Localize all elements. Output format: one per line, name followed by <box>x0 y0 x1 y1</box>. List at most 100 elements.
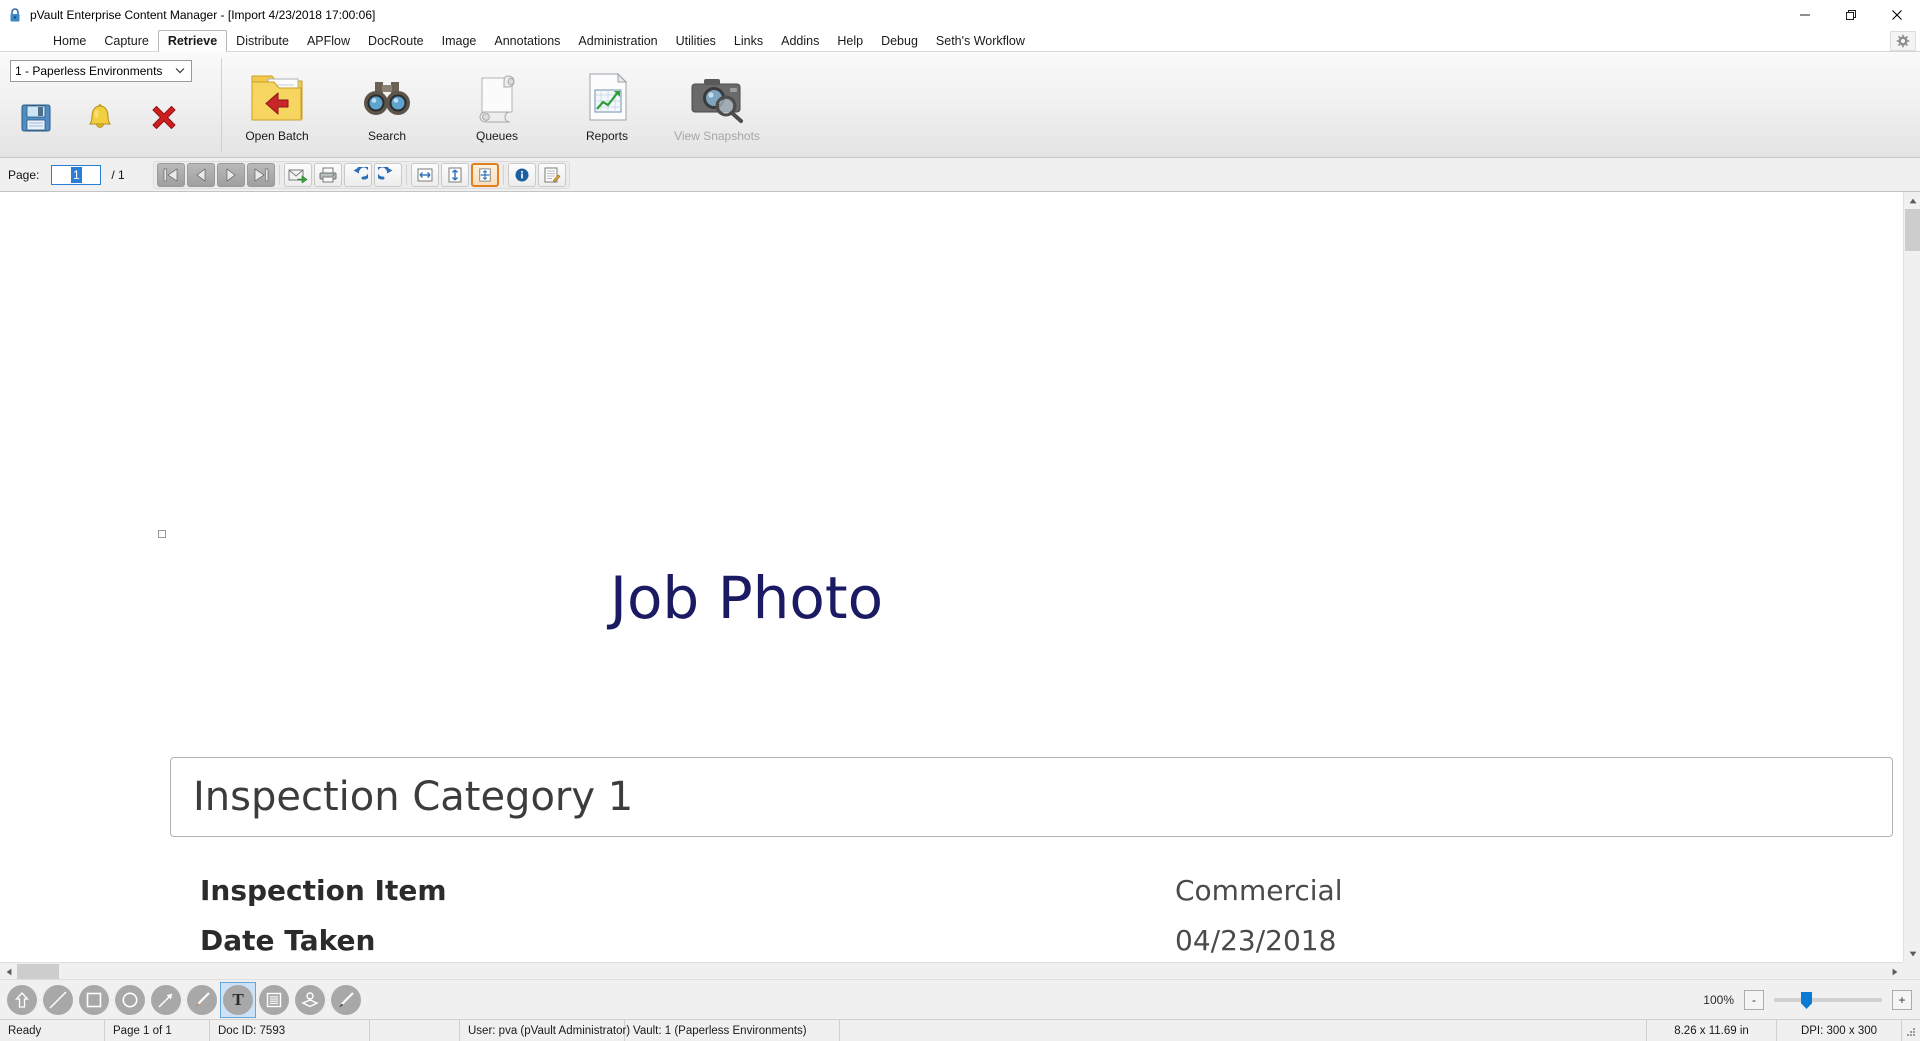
zoom-slider[interactable] <box>1774 990 1882 1010</box>
status-blank <box>370 1020 460 1041</box>
first-page-button[interactable] <box>156 162 185 187</box>
menu-item-docroute[interactable]: DocRoute <box>359 30 433 51</box>
next-page-button[interactable] <box>216 162 245 187</box>
note-tool[interactable] <box>256 982 292 1018</box>
horizontal-scrollbar[interactable] <box>0 962 1903 979</box>
last-page-button[interactable] <box>246 162 275 187</box>
page-navigation-bar: Page: 1 / 1 <box>0 158 1920 192</box>
document-field-list: Inspection Item Commercial Date Taken 04… <box>200 874 1883 962</box>
menu-item-distribute[interactable]: Distribute <box>227 30 298 51</box>
close-button[interactable] <box>1874 0 1920 30</box>
menu-item-help[interactable]: Help <box>828 30 872 51</box>
fit-width-button[interactable] <box>410 162 439 187</box>
open-batch-label: Open Batch <box>245 129 309 143</box>
folder-import-icon <box>246 65 308 129</box>
rotate-cw-icon <box>377 166 393 180</box>
status-doc-id: Doc ID: 7593 <box>210 1020 370 1041</box>
rectangle-tool[interactable] <box>76 982 112 1018</box>
page-number-input[interactable]: 1 <box>51 164 102 185</box>
scrollbar-corner <box>1903 962 1920 979</box>
rotate-left-button[interactable] <box>343 162 372 187</box>
status-vault: Vault: 1 (Paperless Environments) <box>625 1020 840 1041</box>
zoom-out-button[interactable]: - <box>1744 990 1764 1010</box>
lock-icon <box>7 7 23 23</box>
arrow-tool[interactable] <box>148 982 184 1018</box>
menu-item-links[interactable]: Links <box>725 30 772 51</box>
menu-item-debug[interactable]: Debug <box>872 30 927 51</box>
stamp-arrow-tool[interactable] <box>4 982 40 1018</box>
gear-icon[interactable] <box>1890 31 1916 51</box>
scroll-up-arrow-icon[interactable] <box>1904 192 1920 209</box>
scroll-right-arrow-icon[interactable] <box>1886 963 1903 979</box>
vault-selector[interactable]: 1 - Paperless Environments <box>10 60 192 82</box>
page-total-label: / 1 <box>111 167 125 182</box>
status-spacer <box>840 1020 1647 1041</box>
stamp-icon <box>295 984 325 1015</box>
chevron-down-icon <box>175 66 187 76</box>
menu-item-administration[interactable]: Administration <box>569 30 666 51</box>
menu-item-image[interactable]: Image <box>433 30 486 51</box>
square-icon <box>79 984 109 1015</box>
status-user: User: pva (pVault Administrator) <box>460 1020 630 1041</box>
chevron-right-icon <box>226 167 236 182</box>
zoom-slider-thumb[interactable] <box>1801 992 1812 1009</box>
field-value: 04/23/2018 <box>1175 924 1337 957</box>
rotate-right-button[interactable] <box>373 162 402 187</box>
page-label: Page: <box>8 167 40 182</box>
document-canvas[interactable]: Job Photo Inspection Category 1 Inspecti… <box>0 192 1903 962</box>
menu-item-annotations[interactable]: Annotations <box>485 30 569 51</box>
view-snapshots-button[interactable]: View Snapshots <box>662 58 772 152</box>
status-page-of: Page 1 of 1 <box>105 1020 210 1041</box>
freehand-tool[interactable] <box>328 982 364 1018</box>
notify-button[interactable] <box>72 94 128 146</box>
menu-item-apflow[interactable]: APFlow <box>298 30 359 51</box>
horizontal-scroll-thumb[interactable] <box>17 964 59 979</box>
rotate-ccw-icon <box>353 166 368 180</box>
ribbon-toolbar: 1 - Paperless Environments Open Batch Se… <box>0 52 1920 158</box>
line-tool[interactable] <box>40 982 76 1018</box>
queues-button[interactable]: Queues <box>442 58 552 152</box>
annotate-document-button[interactable] <box>537 162 566 187</box>
text-tool[interactable]: T <box>220 981 256 1018</box>
window-title: pVault Enterprise Content Manager - [Imp… <box>30 8 376 22</box>
vertical-scrollbar[interactable] <box>1903 192 1920 962</box>
highlight-tool[interactable] <box>184 982 220 1018</box>
open-batch-button[interactable]: Open Batch <box>222 58 332 152</box>
scroll-icon <box>466 65 528 129</box>
fit-page-button[interactable] <box>470 162 499 187</box>
menu-item-retrieve[interactable]: Retrieve <box>157 30 228 52</box>
vertical-scroll-thumb[interactable] <box>1905 209 1920 251</box>
document-field-row: Inspection Item Commercial <box>200 874 1883 924</box>
email-document-button[interactable] <box>283 162 312 187</box>
inspection-category-box: Inspection Category 1 <box>170 757 1893 837</box>
ellipse-tool[interactable] <box>112 982 148 1018</box>
search-button[interactable]: Search <box>332 58 442 152</box>
ribbon-group-vault: 1 - Paperless Environments <box>0 52 222 158</box>
fit-height-button[interactable] <box>440 162 469 187</box>
page-marker-icon <box>158 530 166 538</box>
zoom-in-button[interactable]: + <box>1892 990 1912 1010</box>
stamp-tool[interactable] <box>292 982 328 1018</box>
previous-page-button[interactable] <box>186 162 215 187</box>
scroll-left-arrow-icon[interactable] <box>0 963 17 979</box>
ribbon-small-buttons <box>8 94 192 146</box>
resize-grip-icon[interactable] <box>1902 1020 1920 1041</box>
delete-button[interactable] <box>136 94 192 146</box>
document-info-button[interactable] <box>507 162 536 187</box>
print-document-button[interactable] <box>313 162 342 187</box>
reports-button[interactable]: Reports <box>552 58 662 152</box>
scroll-down-arrow-icon[interactable] <box>1904 945 1920 962</box>
save-button[interactable] <box>8 94 64 146</box>
menu-item-home[interactable]: Home <box>44 30 95 51</box>
status-bar: Ready Page 1 of 1 Doc ID: 7593 User: pva… <box>0 1019 1920 1041</box>
status-ready: Ready <box>0 1020 105 1041</box>
maximize-button[interactable] <box>1828 0 1874 30</box>
menu-item-addins[interactable]: Addins <box>772 30 828 51</box>
arrow-icon <box>151 984 181 1015</box>
minimize-button[interactable] <box>1782 0 1828 30</box>
menu-item-capture[interactable]: Capture <box>95 30 157 51</box>
document-field-row: Date Taken 04/23/2018 <box>200 924 1883 962</box>
menu-item-utilities[interactable]: Utilities <box>667 30 725 51</box>
field-value: Commercial <box>1175 874 1343 907</box>
menu-item-seths-workflow[interactable]: Seth's Workflow <box>927 30 1034 51</box>
